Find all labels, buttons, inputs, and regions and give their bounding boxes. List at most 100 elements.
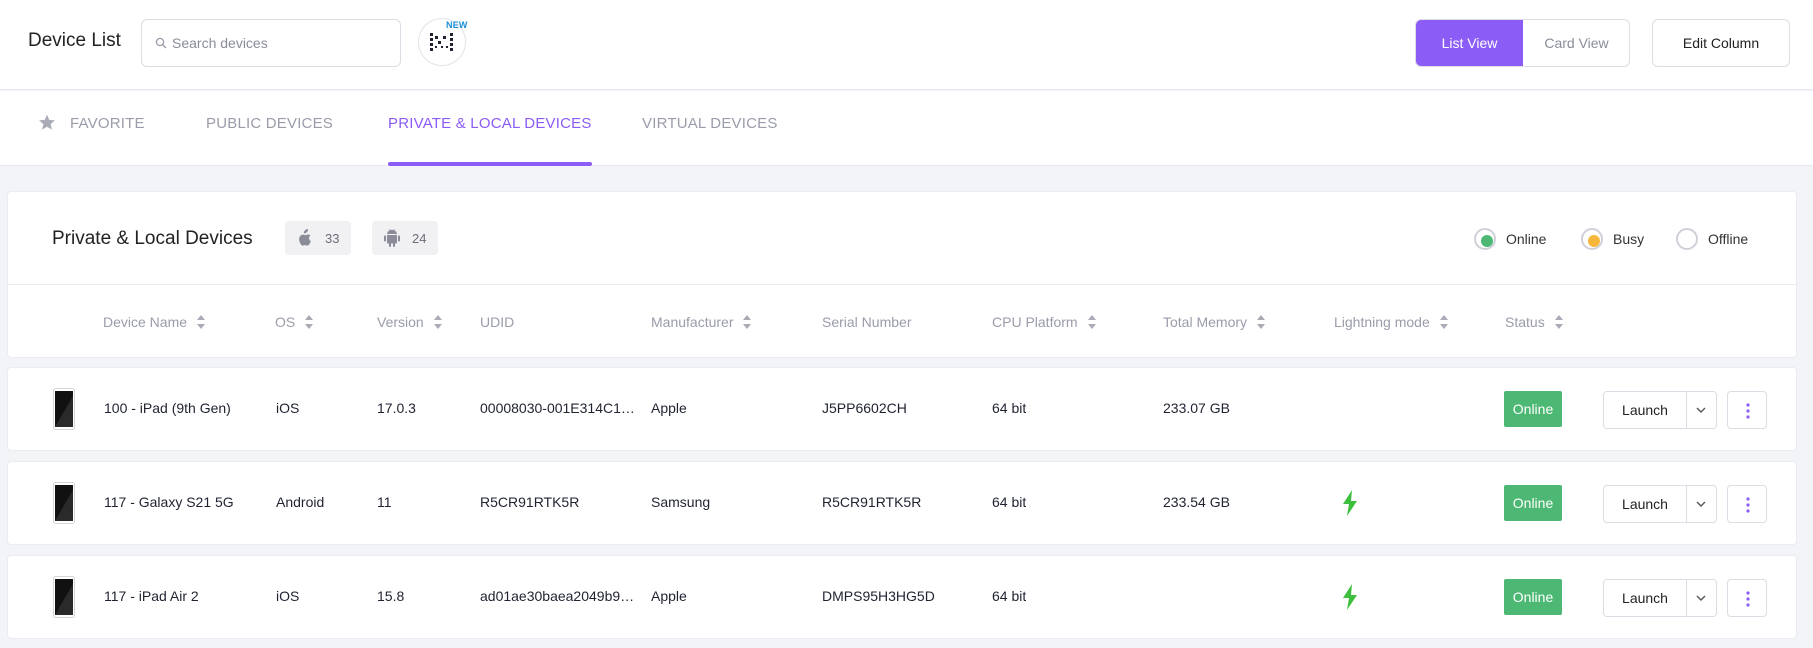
tab-public-devices[interactable]: PUBLIC DEVICES <box>206 91 333 166</box>
tab-private-local-devices[interactable]: PRIVATE & LOCAL DEVICES <box>388 91 592 166</box>
os: Android <box>276 494 325 510</box>
kebab-menu-icon <box>1746 403 1750 419</box>
os: iOS <box>276 588 300 604</box>
serial-number: DMPS95H3HG5D <box>822 588 935 604</box>
column-header-lightning-mode[interactable]: Lightning mode <box>1334 314 1448 330</box>
apple-icon <box>299 229 311 246</box>
lightning-icon <box>1343 490 1357 516</box>
device-thumbnail-icon <box>53 482 75 524</box>
column-label: UDID <box>480 314 515 330</box>
status-badge: Online <box>1504 391 1562 427</box>
tab-label: FAVORITE <box>70 115 145 132</box>
lightning-icon <box>1343 584 1357 610</box>
manufacturer: Apple <box>651 588 687 604</box>
android-count-badge[interactable]: 24 <box>372 221 438 255</box>
udid: ad01ae30baea2049b9c1d5 <box>480 588 635 604</box>
offline-radio <box>1676 228 1698 250</box>
online-dot <box>1481 235 1493 247</box>
column-header-udid: UDID <box>480 314 514 330</box>
column-label: CPU Platform <box>992 314 1078 330</box>
column-header-version[interactable]: Version <box>377 314 442 330</box>
column-header-serial-number: Serial Number <box>822 314 911 330</box>
version: 17.0.3 <box>377 400 416 416</box>
table-row[interactable]: 117 - iPad Air 2 iOS 15.8 ad01ae30baea20… <box>7 555 1797 639</box>
ios-count-badge[interactable]: 33 <box>285 221 351 255</box>
sort-icon <box>305 315 314 329</box>
search-box[interactable] <box>141 19 401 67</box>
sort-icon <box>1087 315 1096 329</box>
serial-number: R5CR91RTK5R <box>822 494 922 510</box>
device-thumbnail-icon <box>53 388 75 430</box>
table-row[interactable]: 117 - Galaxy S21 5G Android 11 R5CR91RTK… <box>7 461 1797 545</box>
os: iOS <box>276 400 300 416</box>
udid: 00008030-001E314C1EF02E <box>480 400 635 416</box>
busy-dot <box>1588 235 1600 247</box>
serial-number: J5PP6602CH <box>822 400 907 416</box>
launch-button[interactable]: Launch <box>1604 392 1686 428</box>
more-options-button[interactable] <box>1727 391 1767 429</box>
column-header-manufacturer[interactable]: Manufacturer <box>651 314 752 330</box>
section-title: Private & Local Devices <box>52 228 253 249</box>
launch-button[interactable]: Launch <box>1604 486 1686 522</box>
android-icon <box>384 229 400 247</box>
device-name: 117 - Galaxy S21 5G <box>104 494 234 510</box>
status-badge: Online <box>1504 485 1562 521</box>
android-count: 24 <box>412 231 427 246</box>
column-header-status[interactable]: Status <box>1505 314 1563 330</box>
more-options-button[interactable] <box>1727 579 1767 617</box>
divider <box>1686 392 1687 428</box>
manufacturer: Apple <box>651 400 687 416</box>
star-icon <box>39 114 55 130</box>
sort-icon <box>197 315 206 329</box>
busy-radio <box>1581 228 1603 250</box>
online-radio <box>1474 228 1496 250</box>
chevron-down-icon[interactable] <box>1695 593 1707 603</box>
launch-split-button: Launch <box>1603 579 1717 617</box>
column-header-cpu-platform[interactable]: CPU Platform <box>992 314 1096 330</box>
column-header-total-memory[interactable]: Total Memory <box>1163 314 1266 330</box>
column-label: Manufacturer <box>651 314 734 330</box>
tab-favorite[interactable]: FAVORITE <box>38 91 145 166</box>
ios-count: 33 <box>325 231 340 246</box>
kebab-menu-icon <box>1746 591 1750 607</box>
legend-label: Busy <box>1613 231 1645 247</box>
device-name: 117 - iPad Air 2 <box>104 588 199 604</box>
brand-logo-icon <box>430 33 453 51</box>
column-label: Serial Number <box>822 314 912 330</box>
card-view-button[interactable]: Card View <box>1523 20 1629 66</box>
column-label: Device Name <box>103 314 188 330</box>
top-bar: Device List NEW List View Card View Edit… <box>0 0 1813 90</box>
launch-button[interactable]: Launch <box>1604 580 1686 616</box>
search-input[interactable] <box>172 32 392 54</box>
divider <box>8 284 1796 285</box>
status-badge: Online <box>1504 579 1562 615</box>
view-toggle: List View Card View <box>1415 19 1630 67</box>
manufacturer: Samsung <box>651 494 711 510</box>
list-view-button[interactable]: List View <box>1416 20 1523 66</box>
legend-label: Offline <box>1708 231 1749 247</box>
column-label: Status <box>1505 314 1545 330</box>
tab-virtual-devices[interactable]: VIRTUAL DEVICES <box>642 91 778 166</box>
cpu-platform: 64 bit <box>992 588 1027 604</box>
column-header-device-name[interactable]: Device Name <box>103 314 206 330</box>
search-icon <box>155 37 167 49</box>
more-options-button[interactable] <box>1727 485 1767 523</box>
total-memory: 233.54 GB <box>1163 494 1230 510</box>
launch-split-button: Launch <box>1603 485 1717 523</box>
page-title: Device List <box>28 30 121 51</box>
legend-label: Online <box>1506 231 1547 247</box>
device-tabs: FAVORITE PUBLIC DEVICES PRIVATE & LOCAL … <box>0 91 1813 166</box>
launch-split-button: Launch <box>1603 391 1717 429</box>
udid: R5CR91RTK5R <box>480 494 580 510</box>
chevron-down-icon[interactable] <box>1695 405 1707 415</box>
edit-column-button[interactable]: Edit Column <box>1652 19 1790 67</box>
table-row[interactable]: 100 - iPad (9th Gen) iOS 17.0.3 00008030… <box>7 367 1797 451</box>
column-header-os[interactable]: OS <box>275 314 314 330</box>
cpu-platform: 64 bit <box>992 400 1027 416</box>
total-memory: 233.07 GB <box>1163 400 1230 416</box>
divider <box>1686 580 1687 616</box>
device-thumbnail-icon <box>53 576 75 618</box>
chevron-down-icon[interactable] <box>1695 499 1707 509</box>
column-label: Version <box>377 314 424 330</box>
kebab-menu-icon <box>1746 497 1750 513</box>
